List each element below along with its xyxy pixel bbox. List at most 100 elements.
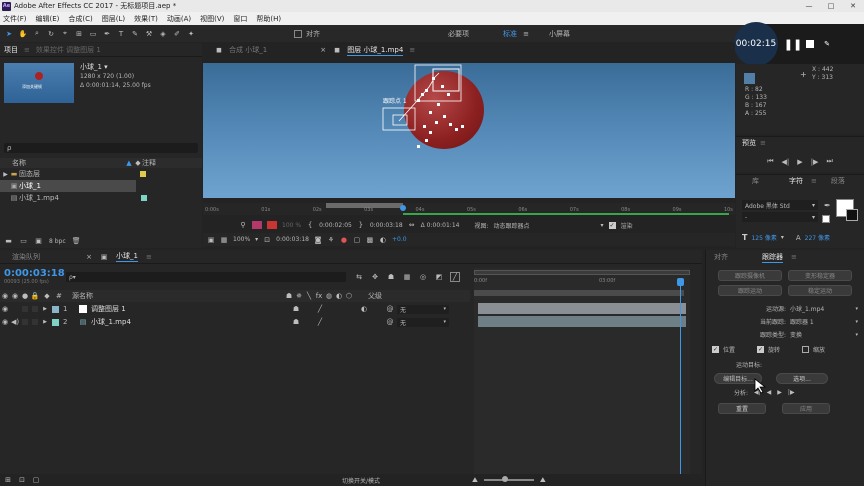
out-time[interactable]: 0:00:03:18 [370, 222, 403, 229]
lock-icon[interactable]: ◼ [215, 46, 223, 54]
menu-effect[interactable]: 效果(T) [134, 14, 158, 24]
no-color-swatch[interactable] [822, 215, 830, 223]
tab-preview[interactable]: 预览 [742, 138, 756, 148]
column-name[interactable]: 名称 [12, 158, 124, 168]
project-item-selected[interactable]: ▣ 小球_1 [0, 180, 136, 192]
tab-render-queue[interactable]: 渲染队列 [12, 252, 40, 262]
tab-layer[interactable]: 图层 小球_1.mp4 [347, 45, 404, 56]
parent-dropdown[interactable]: 无 ▾ [397, 317, 449, 327]
menu-edit[interactable]: 编辑(E) [36, 14, 60, 24]
workspace-menu-icon[interactable]: ≡ [521, 30, 531, 38]
swatch-toggle-icon[interactable] [267, 221, 277, 229]
new-comp-icon[interactable]: ▣ [34, 237, 43, 245]
fit-icon[interactable]: ⊡ [263, 236, 271, 244]
comp-name[interactable]: 小球_1 ▾ [80, 63, 151, 72]
track-type-dropdown[interactable]: 变换 ▾ [790, 330, 858, 340]
stabilize-motion-button[interactable]: 稳定运动 [788, 285, 852, 296]
quality-icon[interactable]: ╱ [317, 305, 323, 313]
column-comment[interactable]: 注释 [142, 158, 156, 168]
comp-mini-flowchart-icon[interactable]: ⇆ [354, 273, 364, 281]
menu-composition[interactable]: 合成(C) [68, 14, 92, 24]
draft-3d-icon[interactable]: ✥ [370, 273, 380, 281]
menu-layer[interactable]: 图层(L) [102, 14, 125, 24]
toggle-switches-modes[interactable]: 切换开关/模式 [342, 476, 380, 485]
scale-checkbox[interactable] [802, 346, 809, 353]
eyedropper-icon[interactable]: ✒ [824, 201, 831, 210]
leading-value[interactable]: 227 像素 [805, 233, 830, 242]
roto-brush-tool-icon[interactable]: ✐ [172, 30, 182, 38]
lock-toggle[interactable] [32, 306, 38, 312]
expand-transfer-icon[interactable]: ⊡ [18, 476, 26, 484]
trash-icon[interactable]: 🗑 [72, 237, 81, 245]
first-frame-icon[interactable]: ⏮ [767, 157, 773, 166]
track-motion-button[interactable]: 跟踪运动 [718, 285, 782, 296]
tab-tracker[interactable]: 跟踪器 [762, 252, 783, 263]
layer-label-swatch[interactable] [52, 305, 59, 313]
solo-toggle[interactable] [22, 306, 28, 312]
workspace-small-screen[interactable]: 小屏幕 [549, 29, 570, 39]
rotation-checkbox[interactable]: ✓ [757, 346, 764, 353]
disclosure-triangle-icon[interactable]: ▶ [42, 306, 48, 312]
lock-icon[interactable]: ◼ [333, 46, 341, 54]
zoom-in-icon[interactable]: ⛰ [540, 476, 546, 485]
layer-row[interactable]: ◉ ▶ 1 调整图层 1 ☗ ╱ ◐ @ 无 ▾ [0, 303, 470, 315]
layer-name[interactable]: 小球_1.mp4 [91, 317, 289, 327]
playhead-marker[interactable] [677, 278, 684, 286]
viewer-canvas[interactable]: 跟踪点 1 [203, 63, 735, 198]
zoom-slider[interactable] [483, 476, 534, 482]
tab-effect-controls[interactable]: 效果控件 调整图层 1 [36, 45, 101, 55]
eye-icon[interactable]: ◉ [2, 318, 8, 326]
shy-icon[interactable]: ☗ [293, 305, 299, 313]
zoom-out-icon[interactable]: ⛰ [472, 476, 478, 485]
timeline-navigator[interactable] [474, 270, 690, 275]
opacity-value[interactable]: 100 % [282, 222, 301, 229]
exposure-value[interactable]: +0.0 [392, 236, 407, 243]
render-checkbox-icon[interactable]: ✓ [608, 221, 616, 229]
column-source-name[interactable]: 源名称 [72, 291, 282, 301]
shy-icon[interactable]: ☗ [293, 318, 299, 326]
clone-stamp-tool-icon[interactable]: ⚒ [144, 30, 154, 38]
walk-icon[interactable]: ⚲ [239, 221, 247, 229]
hand-tool-icon[interactable]: ✋ [18, 30, 28, 38]
rectangle-tool-icon[interactable]: ▭ [88, 30, 98, 38]
adjustment-toggle-icon[interactable]: ◐ [361, 305, 367, 313]
menu-window[interactable]: 窗口 [233, 14, 247, 24]
current-time[interactable]: 0:00:03:18 [276, 236, 309, 243]
analyze-forward-one-icon[interactable]: |▶ [788, 389, 795, 396]
graph-editor-icon[interactable]: ◩ [434, 273, 444, 281]
pickwhip-icon[interactable]: @ [387, 305, 394, 313]
tab-project[interactable]: 项目 [4, 45, 18, 55]
expand-stretch-icon[interactable]: ▢ [32, 476, 40, 484]
graph-editor-icon[interactable]: ╱ [450, 272, 460, 282]
layer-bar[interactable] [478, 303, 686, 314]
next-frame-icon[interactable]: |▶ [811, 158, 819, 166]
motion-blur-icon[interactable]: ◎ [418, 273, 428, 281]
font-size-value[interactable]: 125 像素 [751, 233, 776, 242]
parent-dropdown[interactable]: 无 ▾ [397, 304, 449, 314]
tab-character[interactable]: 字符 [789, 176, 803, 186]
menu-help[interactable]: 帮助(H) [256, 14, 281, 24]
expand-switches-icon[interactable]: ⊞ [4, 476, 12, 484]
eye-icon[interactable]: ◉ [2, 305, 8, 313]
current-track-dropdown[interactable]: 跟踪器 1 ▾ [790, 317, 858, 327]
close-tab-icon[interactable]: × [319, 46, 327, 54]
solo-toggle[interactable] [22, 319, 28, 325]
view-dropdown[interactable]: 动态跟踪器点 ▾ [494, 221, 604, 230]
puppet-tool-icon[interactable]: ✦ [186, 30, 196, 38]
project-item[interactable]: ▶ ▬ 固态层 [0, 168, 202, 180]
zoom-tool-icon[interactable]: ⌕ [32, 29, 42, 38]
layer-name[interactable]: 调整图层 1 [91, 304, 289, 314]
menu-file[interactable]: 文件(F) [3, 14, 27, 24]
selection-tool-icon[interactable]: ➤ [4, 30, 14, 38]
lock-toggle[interactable] [32, 319, 38, 325]
brush-tool-icon[interactable]: ✎ [130, 30, 140, 38]
position-checkbox[interactable]: ✓ [712, 346, 719, 353]
disclosure-triangle-icon[interactable]: ▶ [42, 319, 48, 325]
shy-layers-icon[interactable]: ☗ [386, 273, 396, 281]
workspace-standard[interactable]: 标准 [503, 29, 517, 39]
current-time-indicator[interactable] [400, 205, 406, 211]
sort-arrow-icon[interactable]: ▲ [124, 159, 134, 167]
audio-icon[interactable]: ◀) [11, 318, 19, 326]
timeline-track-area[interactable]: 0:00f 03:00f [474, 268, 690, 478]
camera-tool-icon[interactable]: ⌖ [60, 29, 70, 38]
